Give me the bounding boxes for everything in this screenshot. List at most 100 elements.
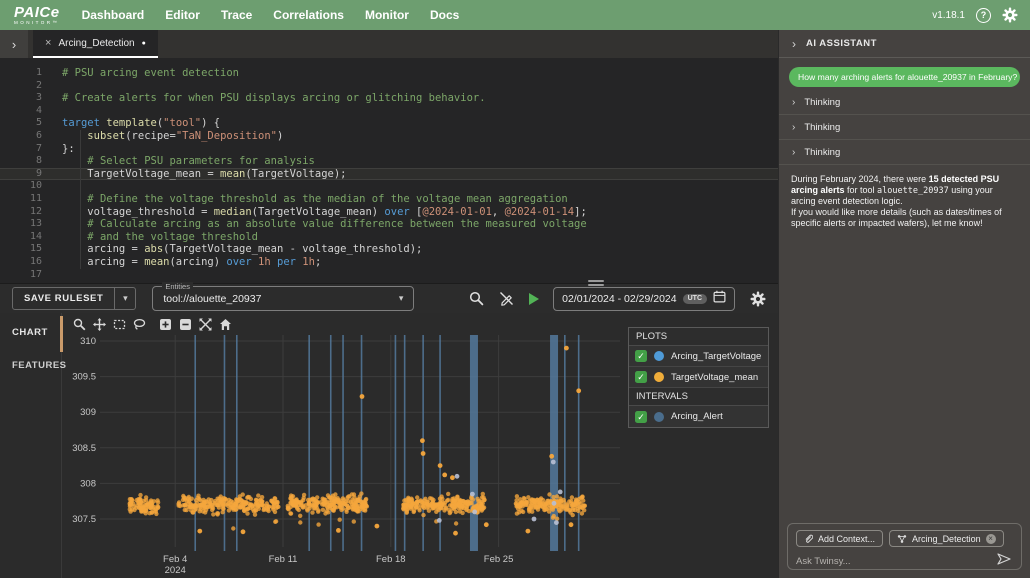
ask-twinsy-input[interactable]: Ask Twinsy...: [796, 556, 997, 567]
nav-trace[interactable]: Trace: [221, 8, 252, 22]
series-color-dot: [654, 372, 664, 382]
collapse-chevron-icon[interactable]: ›: [792, 37, 796, 51]
reset-axes-home-icon[interactable]: [218, 317, 232, 331]
code-line[interactable]: 9 TargetVoltage_mean = mean(TargetVoltag…: [0, 168, 778, 181]
lasso-select-icon[interactable]: [132, 317, 146, 331]
help-icon[interactable]: ?: [976, 8, 991, 23]
line-number: 8: [0, 155, 62, 168]
checkbox-checked-icon[interactable]: ✓: [635, 411, 647, 423]
series-color-dot: [654, 351, 664, 361]
series-color-dot: [654, 412, 664, 422]
sidebar-expand-icon[interactable]: ›: [0, 30, 28, 58]
chevron-right-icon: ›: [792, 97, 795, 108]
code-line[interactable]: 2: [0, 80, 778, 93]
add-context-button[interactable]: Add Context...: [796, 530, 883, 547]
line-number: 3: [0, 92, 62, 105]
run-query-button[interactable]: [529, 293, 539, 305]
pan-icon[interactable]: [92, 317, 106, 331]
thinking-row[interactable]: › Thinking: [779, 90, 1030, 115]
svg-text:Feb 4: Feb 4: [163, 554, 187, 565]
ruleset-toolbar: SAVE RULESET ▾ Entities tool://alouette_…: [0, 283, 778, 313]
tab-close-icon[interactable]: ×: [45, 37, 51, 49]
line-number: 7: [0, 143, 62, 156]
box-select-icon[interactable]: [112, 317, 126, 331]
code-editor[interactable]: 1# PSU arcing event detection23# Create …: [0, 58, 778, 283]
code-line[interactable]: 11 # Define the voltage threshold as the…: [0, 193, 778, 206]
code-line[interactable]: 5target template("tool") {: [0, 117, 778, 130]
indent-guide: [80, 130, 81, 269]
line-number: 17: [0, 269, 62, 282]
line-number: 13: [0, 218, 62, 231]
annotations-off-icon[interactable]: [499, 291, 514, 306]
nav-monitor[interactable]: Monitor: [365, 8, 409, 22]
thinking-label: Thinking: [804, 147, 840, 158]
chip-close-icon[interactable]: ×: [986, 534, 996, 544]
zoom-in-icon[interactable]: [158, 317, 172, 331]
code-line[interactable]: 6 subset(recipe="TaN_Deposition"): [0, 130, 778, 143]
code-line[interactable]: 3# Create alerts for when PSU displays a…: [0, 92, 778, 105]
entities-select[interactable]: Entities tool://alouette_20937 ▾: [152, 286, 414, 311]
legend-item-arcing-alert: ✓ Arcing_Alert: [629, 406, 768, 427]
plot-area: 310309.5309308.5308307.5Feb 42024Feb 11F…: [62, 313, 778, 578]
code-line[interactable]: 4: [0, 105, 778, 118]
editor-pane: › × Arcing_Detection ● 1# PSU arcing eve…: [0, 30, 778, 578]
nav-docs[interactable]: Docs: [430, 8, 459, 22]
context-chip-arcing-detection[interactable]: Arcing_Detection ×: [889, 530, 1004, 547]
checkbox-checked-icon[interactable]: ✓: [635, 371, 647, 383]
code-line[interactable]: 17: [0, 269, 778, 282]
thinking-row[interactable]: › Thinking: [779, 115, 1030, 140]
code-line[interactable]: 15 arcing = abs(TargetVoltage_mean - vol…: [0, 243, 778, 256]
entities-caret-icon[interactable]: ▾: [399, 293, 404, 304]
code-line[interactable]: 13 # Calculate arcing as an absolute val…: [0, 218, 778, 231]
search-icon[interactable]: [469, 291, 484, 306]
legend-intervals-header: INTERVALS: [629, 388, 768, 406]
zoom-out-icon[interactable]: [178, 317, 192, 331]
nav-correlations[interactable]: Correlations: [273, 8, 344, 22]
chat-input-box[interactable]: Add Context... Arcing_Detection × Ask Tw…: [787, 523, 1022, 570]
line-number: 12: [0, 206, 62, 219]
chart-modebar: [72, 317, 232, 331]
tab-arcing-detection[interactable]: × Arcing_Detection ●: [33, 30, 158, 58]
autoscale-icon[interactable]: [198, 317, 212, 331]
chevron-right-icon: ›: [792, 147, 795, 158]
code-line[interactable]: 10: [0, 180, 778, 193]
svg-text:310: 310: [80, 336, 96, 347]
play-icon: [529, 293, 539, 305]
app-logo[interactable]: PAICe MONITOR™: [14, 5, 60, 26]
code-line[interactable]: 1# PSU arcing event detection: [0, 67, 778, 80]
tab-label: Arcing_Detection: [58, 38, 134, 49]
line-number: 15: [0, 243, 62, 256]
code-line[interactable]: 16 arcing = mean(arcing) over 1h per 1h;: [0, 256, 778, 269]
save-ruleset-label: SAVE RULESET: [13, 288, 114, 309]
code-line[interactable]: 12 voltage_threshold = median(TargetVolt…: [0, 206, 778, 219]
ai-assistant-title: AI ASSISTANT: [806, 38, 877, 49]
calendar-icon[interactable]: [713, 290, 726, 308]
code-line[interactable]: 8 # Select PSU parameters for analysis: [0, 155, 778, 168]
nav-editor[interactable]: Editor: [165, 8, 200, 22]
svg-text:308: 308: [80, 478, 96, 489]
code-line[interactable]: 14 # and the voltage threshold: [0, 231, 778, 244]
svg-text:Feb 11: Feb 11: [269, 554, 298, 565]
tab-chart[interactable]: CHART: [12, 327, 61, 338]
context-chip-label: Arcing_Detection: [912, 534, 981, 544]
tab-features[interactable]: FEATURES: [12, 360, 61, 371]
panel-resize-handle[interactable]: [588, 280, 604, 288]
date-range-picker[interactable]: 02/01/2024 - 02/29/2024 UTC: [553, 287, 735, 311]
add-context-label: Add Context...: [818, 534, 875, 544]
code-line[interactable]: 7}:: [0, 143, 778, 156]
save-ruleset-button[interactable]: SAVE RULESET ▾: [12, 287, 136, 310]
chart-settings-gear-icon[interactable]: [750, 291, 766, 307]
svg-text:307.5: 307.5: [72, 514, 96, 525]
zoom-icon[interactable]: [72, 317, 86, 331]
settings-gear-icon[interactable]: [1002, 7, 1018, 23]
legend-item-targetvoltage-mean: ✓ TargetVoltage_mean: [629, 367, 768, 388]
save-ruleset-caret-icon[interactable]: ▾: [114, 288, 135, 309]
line-number: 14: [0, 231, 62, 244]
send-icon[interactable]: [997, 552, 1011, 570]
checkbox-checked-icon[interactable]: ✓: [635, 350, 647, 362]
svg-text:2024: 2024: [165, 565, 186, 576]
user-message-bubble: How many arching alerts for alouette_209…: [789, 67, 1020, 87]
code-lines: 1# PSU arcing event detection23# Create …: [0, 67, 778, 281]
thinking-row[interactable]: › Thinking: [779, 140, 1030, 165]
nav-dashboard[interactable]: Dashboard: [82, 8, 145, 22]
